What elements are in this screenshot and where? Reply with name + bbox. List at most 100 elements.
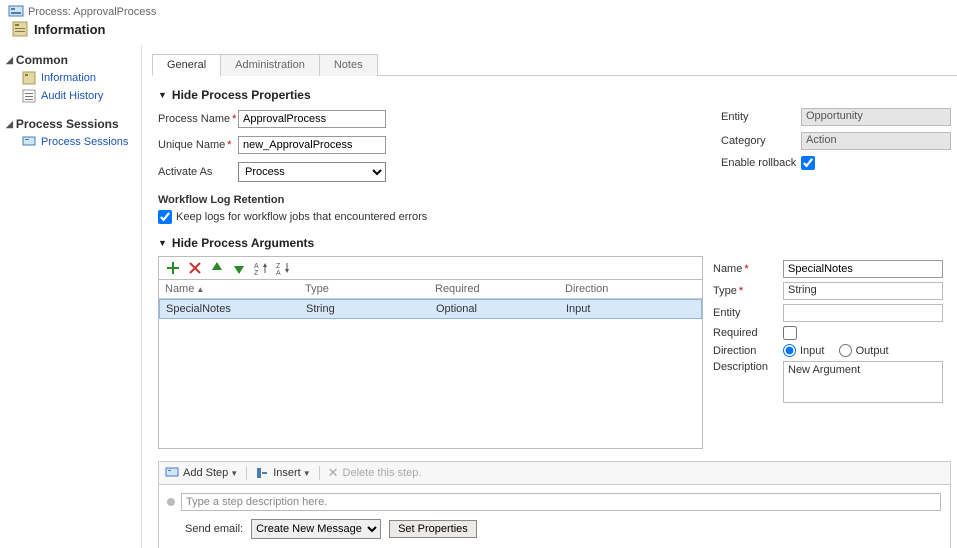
delete-step-icon: ✕ (328, 465, 339, 481)
svg-text:A: A (254, 263, 259, 270)
cell-name: SpecialNotes (160, 300, 300, 318)
collapse-icon: ▼ (158, 90, 167, 100)
label-keep-logs: Keep logs for workflow jobs that encount… (176, 211, 427, 223)
caret-icon: ◢ (6, 55, 13, 66)
col-header-name[interactable]: Name▲ (159, 280, 299, 298)
checkbox-enable-rollback[interactable] (801, 156, 815, 170)
label-direction-input: Input (800, 345, 824, 357)
sidebar-item-process-sessions[interactable]: Process Sessions (0, 133, 141, 151)
value-entity: Opportunity (801, 108, 951, 126)
set-properties-button[interactable]: Set Properties (389, 520, 477, 538)
dropdown-caret-icon: ▼ (303, 469, 311, 478)
value-arg-entity (783, 304, 943, 322)
section-title: Hide Process Properties (172, 88, 311, 102)
sessions-icon (22, 135, 36, 149)
value-arg-type: String (783, 282, 943, 300)
label-arg-name: Name* (713, 263, 783, 275)
label-process-name: Process Name* (158, 113, 238, 125)
input-step-description[interactable] (181, 493, 941, 511)
sidebar: ◢ Common Information Audit History ◢ Pro… (0, 45, 142, 548)
argument-details-form: Name* Type* String Entity Required Direc… (713, 256, 951, 449)
dropdown-caret-icon: ▼ (230, 469, 238, 478)
select-activate-as[interactable]: Process (238, 162, 386, 182)
label-entity: Entity (721, 111, 801, 123)
tab-label: Administration (235, 59, 305, 71)
insert-button[interactable]: Insert▼ (273, 467, 310, 479)
checkbox-arg-required[interactable] (783, 326, 797, 340)
sidebar-group-common[interactable]: ◢ Common (0, 51, 141, 69)
add-step-icon (165, 466, 179, 480)
label-direction-output: Output (856, 345, 889, 357)
label-arg-direction: Direction (713, 345, 783, 357)
delete-icon[interactable] (187, 260, 203, 276)
tab-notes[interactable]: Notes (319, 54, 378, 76)
tabs: General Administration Notes (152, 53, 957, 76)
svg-text:A: A (276, 270, 281, 276)
steps-toolbar: Add Step▼ Insert▼ ✕ Delete this step. (159, 462, 950, 485)
col-header-direction[interactable]: Direction (559, 280, 702, 298)
process-pretitle: Process: ApprovalProcess (28, 6, 156, 18)
separator (319, 466, 320, 480)
label-activate-as: Activate As (158, 166, 238, 178)
separator (246, 466, 247, 480)
input-unique-name[interactable] (238, 136, 386, 154)
step-bullet-icon (167, 498, 175, 506)
sidebar-group-process-sessions[interactable]: ◢ Process Sessions (0, 115, 141, 133)
sort-asc-icon[interactable]: AZ (253, 260, 269, 276)
sidebar-item-information[interactable]: Information (0, 69, 141, 87)
sort-desc-icon[interactable]: ZA (275, 260, 291, 276)
arguments-grid: Name▲ Type Required Direction SpecialNot… (158, 279, 703, 449)
tab-label: Notes (334, 59, 363, 71)
textarea-arg-description[interactable]: New Argument (783, 361, 943, 403)
input-arg-name[interactable] (783, 260, 943, 278)
argument-row[interactable]: SpecialNotes String Optional Input (159, 299, 702, 319)
info-page-icon (22, 71, 36, 85)
section-toggle-arguments[interactable]: ▼ Hide Process Arguments (158, 236, 951, 250)
steps-panel: Add Step▼ Insert▼ ✕ Delete this step. Se… (158, 461, 951, 548)
workflow-log-heading: Workflow Log Retention (158, 194, 711, 206)
radio-direction-input[interactable] (783, 344, 796, 357)
tab-general[interactable]: General (152, 54, 221, 76)
label-send-email: Send email: (185, 523, 243, 535)
add-step-button[interactable]: Add Step▼ (183, 467, 238, 479)
select-send-email[interactable]: Create New Message (251, 519, 381, 539)
move-up-icon[interactable] (209, 260, 225, 276)
sidebar-group-label: Common (16, 53, 68, 67)
insert-icon (255, 466, 269, 480)
label-unique-name: Unique Name* (158, 139, 238, 151)
svg-text:Z: Z (254, 270, 259, 276)
label-arg-entity: Entity (713, 307, 783, 319)
sidebar-item-label: Information (41, 72, 96, 84)
label-arg-required: Required (713, 327, 783, 339)
sort-caret-icon: ▲ (196, 285, 204, 294)
sidebar-item-label: Process Sessions (41, 136, 128, 148)
checkbox-keep-logs[interactable] (158, 210, 172, 224)
process-icon (8, 4, 24, 20)
delete-step-button[interactable]: Delete this step. (343, 467, 422, 479)
collapse-icon: ▼ (158, 238, 167, 248)
svg-text:Z: Z (276, 263, 281, 270)
value-category: Action (801, 132, 951, 150)
section-title: Hide Process Arguments (172, 236, 314, 250)
label-arg-description: Description (713, 361, 783, 373)
move-down-icon[interactable] (231, 260, 247, 276)
cell-direction: Input (560, 300, 701, 318)
radio-direction-output[interactable] (839, 344, 852, 357)
main-content: General Administration Notes ▼ Hide Proc… (142, 45, 957, 548)
cell-type: String (300, 300, 430, 318)
tab-label: General (167, 59, 206, 71)
label-enable-rollback: Enable rollback (721, 157, 801, 169)
arguments-toolbar: AZ ZA (158, 256, 703, 279)
input-process-name[interactable] (238, 110, 386, 128)
caret-icon: ◢ (6, 119, 13, 130)
label-arg-type: Type* (713, 285, 783, 297)
page-header: Process: ApprovalProcess Information (0, 0, 957, 45)
col-header-type[interactable]: Type (299, 280, 429, 298)
page-title: Information (34, 22, 106, 37)
tab-administration[interactable]: Administration (220, 54, 320, 76)
info-icon (12, 21, 28, 37)
add-icon[interactable] (165, 260, 181, 276)
section-toggle-properties[interactable]: ▼ Hide Process Properties (158, 88, 951, 102)
sidebar-item-audit-history[interactable]: Audit History (0, 87, 141, 105)
col-header-required[interactable]: Required (429, 280, 559, 298)
